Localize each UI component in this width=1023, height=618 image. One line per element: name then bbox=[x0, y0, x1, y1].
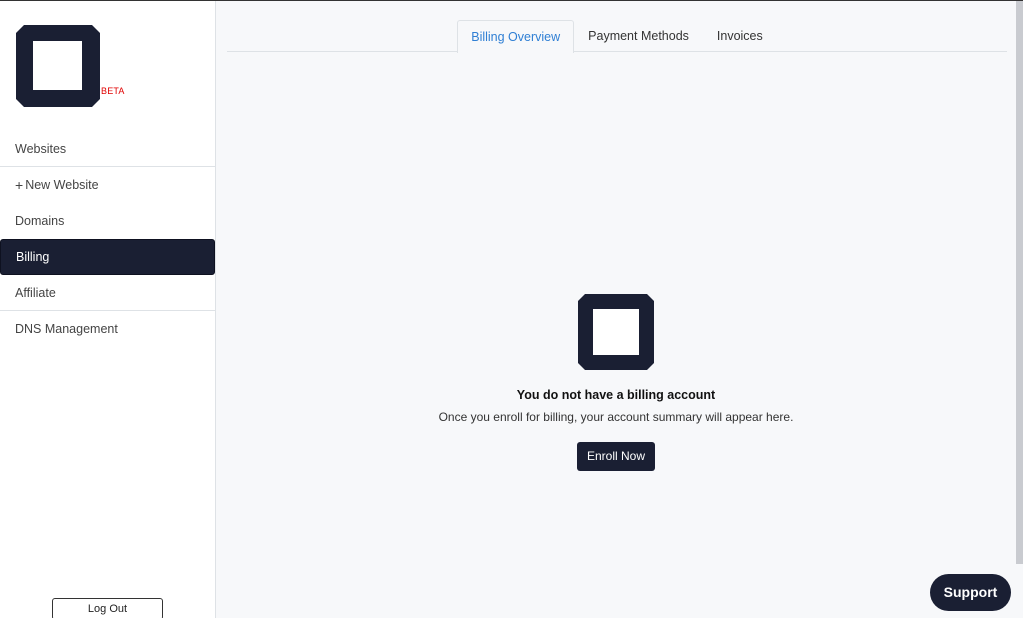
billing-tabs: Billing Overview Payment Methods Invoice… bbox=[227, 19, 1007, 53]
scrollbar[interactable] bbox=[1016, 1, 1023, 564]
empty-state: You do not have a billing account Once y… bbox=[216, 294, 1016, 471]
sidebar-item-label: Websites bbox=[15, 141, 67, 156]
logout-button[interactable]: Log Out bbox=[52, 598, 163, 618]
app-window: BETA Websites + New Website Domains Bill… bbox=[0, 0, 1023, 618]
brand-logo[interactable]: BETA bbox=[16, 25, 126, 109]
sidebar-item-billing[interactable]: Billing bbox=[0, 239, 215, 275]
sidebar-item-affiliate[interactable]: Affiliate bbox=[0, 275, 215, 311]
support-button[interactable]: Support bbox=[930, 574, 1011, 611]
tab-payment-methods[interactable]: Payment Methods bbox=[574, 19, 703, 52]
tab-billing-overview[interactable]: Billing Overview bbox=[457, 20, 575, 53]
sidebar-item-label: Billing bbox=[16, 250, 50, 264]
enroll-now-button[interactable]: Enroll Now bbox=[576, 442, 656, 471]
sidebar-item-label: DNS Management bbox=[15, 322, 118, 336]
empty-state-title: You do not have a billing account bbox=[516, 388, 716, 402]
tab-invoices[interactable]: Invoices bbox=[703, 19, 777, 52]
sidebar-item-websites[interactable]: Websites bbox=[0, 131, 215, 167]
sidebar-nav: Websites + New Website Domains Billing A… bbox=[0, 131, 215, 347]
empty-state-description: Once you enroll for billing, your accoun… bbox=[438, 410, 794, 424]
sidebar-item-domains[interactable]: Domains bbox=[0, 203, 215, 239]
sidebar: BETA Websites + New Website Domains Bill… bbox=[0, 1, 216, 618]
plus-icon: + bbox=[15, 177, 24, 193]
sidebar-item-label: New Website bbox=[25, 178, 99, 192]
octagon-square-logo-icon bbox=[16, 25, 100, 107]
sidebar-item-dns-management[interactable]: DNS Management bbox=[0, 311, 215, 347]
octagon-square-logo-icon bbox=[578, 294, 654, 370]
main-content: Billing Overview Payment Methods Invoice… bbox=[216, 1, 1023, 618]
sidebar-item-label: Domains bbox=[15, 214, 65, 228]
sidebar-item-label: Affiliate bbox=[15, 285, 56, 300]
beta-badge: BETA bbox=[101, 86, 125, 96]
sidebar-item-new-website[interactable]: + New Website bbox=[0, 167, 215, 203]
